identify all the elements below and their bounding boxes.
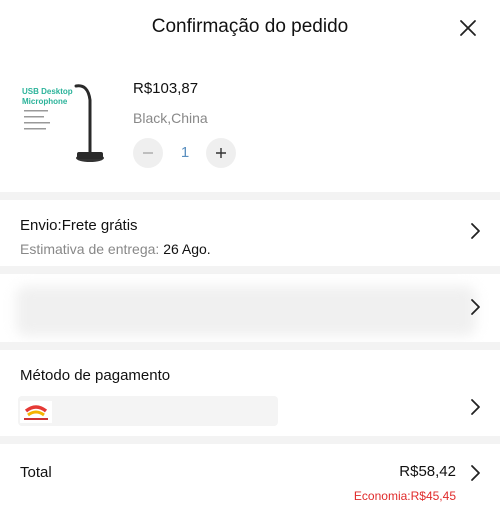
delivery-estimate-date: 26 Ago. [163, 241, 211, 257]
product-image-text-1: USB Desktop [22, 87, 73, 96]
payment-title: Método de pagamento [20, 367, 171, 384]
product-price: R$103,87 [133, 80, 199, 97]
payment-row[interactable]: Método de pagamento [0, 350, 500, 436]
header: Confirmação do pedido [0, 0, 500, 56]
decrease-quantity-button[interactable] [133, 138, 163, 168]
total-row[interactable]: Total R$58,42 Economia:R$45,45 [0, 444, 500, 522]
chevron-right-icon [471, 465, 480, 481]
chevron-right-icon [471, 299, 480, 315]
chevron-right-icon [471, 223, 480, 239]
section-divider [0, 192, 500, 200]
total-value: R$58,42 [399, 463, 456, 480]
shipping-title: Envio:Frete grátis [20, 217, 138, 234]
plus-icon [216, 148, 226, 158]
payment-method-redacted [18, 396, 278, 426]
product-image-text-2: Microphone [22, 97, 68, 106]
product-image[interactable]: USB Desktop Microphone [18, 78, 104, 178]
minus-icon [143, 152, 153, 154]
address-redacted [16, 286, 476, 336]
shipping-row[interactable]: Envio:Frete grátis Estimativa de entrega… [0, 200, 500, 266]
chevron-right-icon [471, 399, 480, 415]
payment-logo [20, 401, 52, 423]
section-divider [0, 436, 500, 444]
product-variant: Black,China [133, 110, 208, 126]
total-label: Total [20, 464, 52, 481]
savings-amount: Economia:R$45,45 [353, 489, 456, 503]
delivery-estimate: Estimativa de entrega: 26 Ago. [20, 241, 211, 257]
delivery-estimate-label: Estimativa de entrega: [20, 241, 160, 257]
increase-quantity-button[interactable] [206, 138, 236, 168]
section-divider [0, 342, 500, 350]
product-section: USB Desktop Microphone R$103,87 Black,Ch… [0, 56, 500, 192]
page-title: Confirmação do pedido [151, 16, 349, 37]
quantity-value: 1 [180, 144, 190, 161]
address-row[interactable] [0, 274, 500, 342]
close-icon[interactable] [458, 18, 478, 38]
section-divider [0, 266, 500, 274]
